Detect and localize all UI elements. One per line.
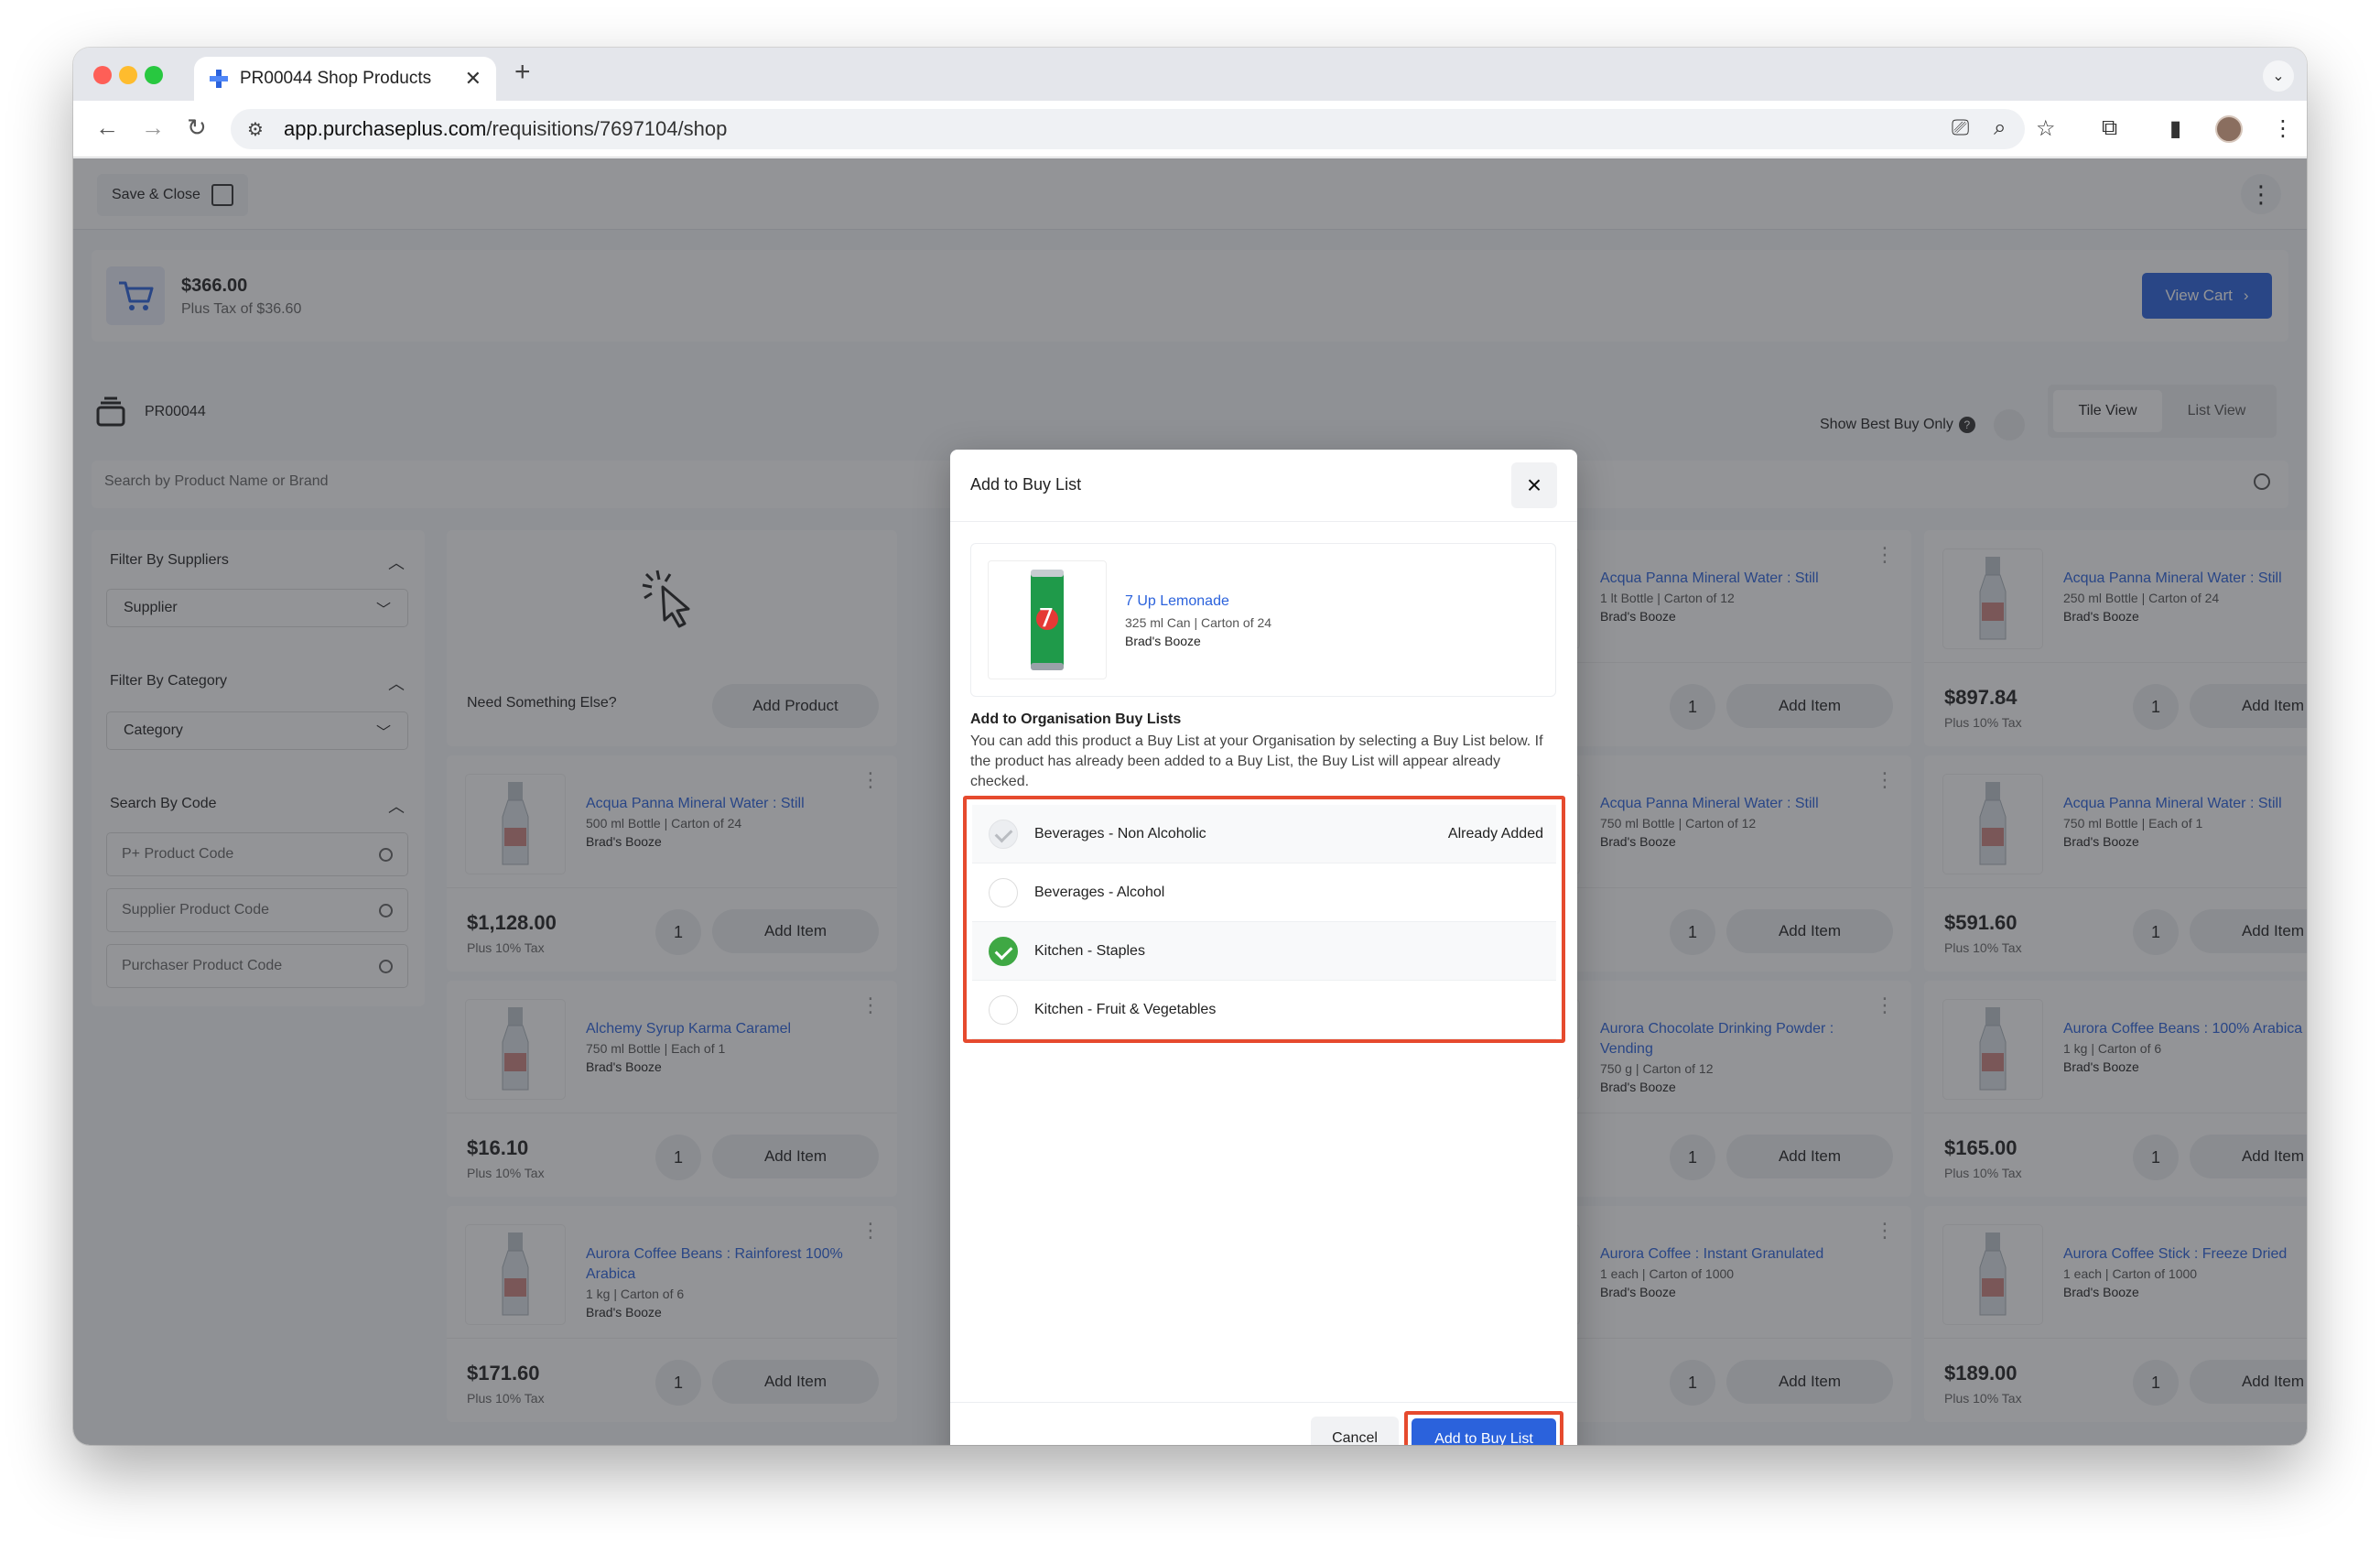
modal-product-sub: 325 ml Can | Carton of 24 [1125,615,1272,630]
section-title: Add to Organisation Buy Lists [970,711,1182,727]
browser-window: PR00044 Shop Products ✕ + ⌄ ← → ↻ ⚙ app.… [73,48,2307,1445]
back-icon[interactable]: ← [95,114,119,142]
buy-list-checkbox[interactable] [989,877,1018,907]
zoom-icon[interactable]: ⌕ [1994,115,2006,141]
buy-list-checkbox[interactable] [989,994,1018,1025]
maximize-window-button[interactable] [145,66,163,84]
modal-product-brand: Brad's Booze [1125,634,1201,648]
favicon-icon [209,69,229,89]
already-added-label: Already Added [1447,825,1543,842]
tab-title: PR00044 Shop Products [240,69,432,88]
modal-product-name[interactable]: 7 Up Lemonade [1125,593,1229,610]
buy-list-option[interactable]: Beverages - Non Alcoholic Already Added [972,805,1556,863]
url-host: app.purchaseplus.com [284,117,487,140]
modal-title: Add to Buy List [970,475,1082,494]
tab-strip: PR00044 Shop Products ✕ + ⌄ [73,48,2307,101]
buy-list-label: Kitchen - Staples [1034,942,1145,959]
modal-product: 7 7 Up Lemonade 325 ml Can | Carton of 2… [970,543,1556,697]
chevron-down-icon[interactable]: ⌄ [2263,60,2294,92]
buy-list-checkbox[interactable] [989,819,1018,849]
browser-tab[interactable]: PR00044 Shop Products ✕ [194,57,496,101]
svg-text:7: 7 [1038,603,1055,633]
add-to-buy-list-modal: Add to Buy List × 7 7 Up Lemonade 325 ml… [950,450,1577,1445]
extensions-icon[interactable]: ⧉ [2102,115,2117,141]
product-image: 7 [988,560,1107,679]
avatar[interactable] [2215,115,2243,143]
section-description: You can add this product a Buy List at y… [970,733,1543,789]
reload-icon[interactable]: ↻ [187,114,207,142]
install-icon[interactable]: ⎚ [1952,115,1969,141]
app-body: Save & Close ⋮ $366.00 Plus Tax of $36.6… [73,158,2307,1445]
buy-list-option[interactable]: Kitchen - Fruit & Vegetables [972,981,1556,1039]
cancel-button[interactable]: Cancel [1311,1417,1399,1445]
buy-list-option[interactable]: Kitchen - Staples [972,922,1556,981]
buy-list-label: Beverages - Alcohol [1034,884,1165,900]
close-icon[interactable]: ✕ [465,67,481,91]
sidepanel-icon[interactable]: ▮ [2169,115,2181,142]
close-icon[interactable]: × [1511,462,1557,508]
menu-icon[interactable]: ⋮ [2272,115,2294,142]
add-to-buy-list-button[interactable]: Add to Buy List [1412,1418,1556,1445]
plus-icon[interactable]: + [514,57,531,88]
url-path: /requisitions/7697104/shop [486,117,728,140]
forward-icon[interactable]: → [141,114,165,142]
tune-icon[interactable]: ⚙ [247,118,271,141]
buy-list-label: Kitchen - Fruit & Vegetables [1034,1001,1217,1017]
buy-list-option[interactable]: Beverages - Alcohol [972,863,1556,922]
star-icon[interactable]: ☆ [2036,115,2056,142]
close-window-button[interactable] [93,66,112,84]
buy-list-label: Beverages - Non Alcoholic [1034,825,1206,842]
address-bar[interactable]: ⚙ app.purchaseplus.com/requisitions/7697… [231,109,2025,149]
browser-toolbar: ← → ↻ ⚙ app.purchaseplus.com/requisition… [73,101,2307,157]
buy-list-options: Beverages - Non Alcoholic Already Added Be… [963,796,1565,1043]
minimize-window-button[interactable] [119,66,137,84]
buy-list-checkbox[interactable] [989,936,1018,966]
